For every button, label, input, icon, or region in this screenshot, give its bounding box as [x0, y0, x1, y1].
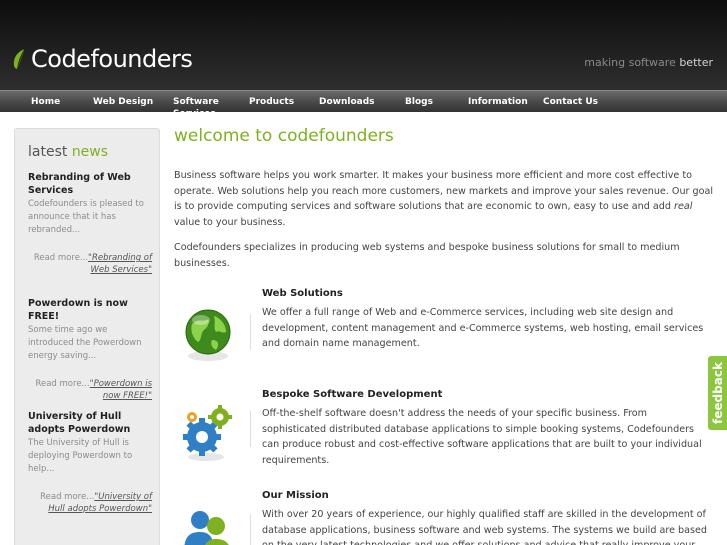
nav-information[interactable]: Information [468, 96, 528, 108]
sidebar-title-accent: news [71, 144, 109, 160]
brand-name: Codefounders [31, 45, 193, 73]
news-item: Powerdown is now FREE! Some time ago we … [28, 297, 152, 402]
site-header: Codefounders making software better [0, 0, 727, 90]
service-title: Bespoke Software Development [262, 389, 443, 400]
globe-icon [185, 309, 231, 361]
read-more[interactable]: Read more..."Powerdown is now FREE!" [28, 378, 152, 402]
feedback-label: feedback [710, 362, 725, 424]
read-more[interactable]: Read more..."Rebranding of Web Services" [28, 252, 152, 276]
tagline: making software better [584, 56, 713, 69]
service-text: With over 20 years of experience, our hi… [262, 509, 708, 545]
news-summary: The University of Hull is deploying Powe… [28, 438, 133, 474]
leaf-icon [13, 48, 25, 70]
nav-contact-us[interactable]: Contact Us [543, 96, 598, 108]
intro-text-end: value to your business. [174, 216, 286, 228]
nav-web-design[interactable]: Web Design [93, 96, 153, 108]
logo[interactable]: Codefounders [12, 44, 193, 74]
main-content: welcome to codefounders Business softwar… [174, 126, 714, 545]
read-more-prefix: Read more... [33, 253, 89, 263]
nav-home[interactable]: Home [31, 96, 60, 108]
read-more-prefix: Read more... [40, 492, 95, 502]
news-item: Rebranding of Web Services Codefounders … [28, 171, 152, 276]
news-headline[interactable]: Powerdown is now FREE! [28, 297, 152, 323]
news-headline[interactable]: Rebranding of Web Services [28, 171, 152, 197]
tagline-dim: making software [584, 56, 676, 69]
service-title: Our Mission [262, 490, 329, 501]
intro-emphasis: real [674, 201, 693, 212]
service-divider [250, 514, 251, 545]
intro-paragraph: Business software helps you work smarter… [174, 168, 714, 230]
people-icon [184, 511, 229, 545]
sidebar-title-plain: latest [28, 144, 68, 160]
tagline-bright: better [679, 56, 713, 69]
nav-blogs[interactable]: Blogs [405, 96, 433, 108]
nav-downloads[interactable]: Downloads [319, 96, 375, 108]
service-text: Off-the-shelf software doesn't address t… [262, 408, 702, 466]
nav-products[interactable]: Products [249, 96, 294, 108]
read-more[interactable]: Read more..."University of Hull adopts P… [28, 491, 152, 515]
service-divider [250, 314, 251, 350]
news-headline[interactable]: University of Hull adopts Powerdown [28, 410, 152, 436]
feedback-tab[interactable]: feedback [708, 356, 727, 430]
read-more-prefix: Read more... [35, 379, 90, 389]
main-nav: Home Web Design Software Services Produc… [0, 90, 727, 119]
intro-text: Business software helps you work smarter… [174, 170, 714, 212]
service-divider [250, 411, 251, 447]
service-text: We offer a full range of Web and e-Comme… [262, 307, 704, 349]
read-more-link[interactable]: "Rebranding of Web Services" [88, 253, 152, 275]
news-item: University of Hull adopts Powerdown The … [28, 410, 152, 515]
sidebar-title: latest news [28, 144, 108, 160]
news-summary: Codefounders is pleased to announce that… [28, 199, 144, 235]
intro-paragraph-2: Codefounders specializes in producing we… [174, 242, 680, 269]
news-sidebar: latest news Rebranding of Web Services C… [14, 128, 160, 545]
page-title: welcome to codefounders [174, 126, 394, 146]
gears-icon [183, 405, 232, 461]
nav-software-services[interactable]: Software Services [173, 96, 231, 120]
service-title: Web Solutions [262, 288, 343, 299]
read-more-link[interactable]: "Powerdown is now FREE!" [90, 379, 152, 401]
news-summary: Some time ago we introduced the Powerdow… [28, 325, 142, 361]
